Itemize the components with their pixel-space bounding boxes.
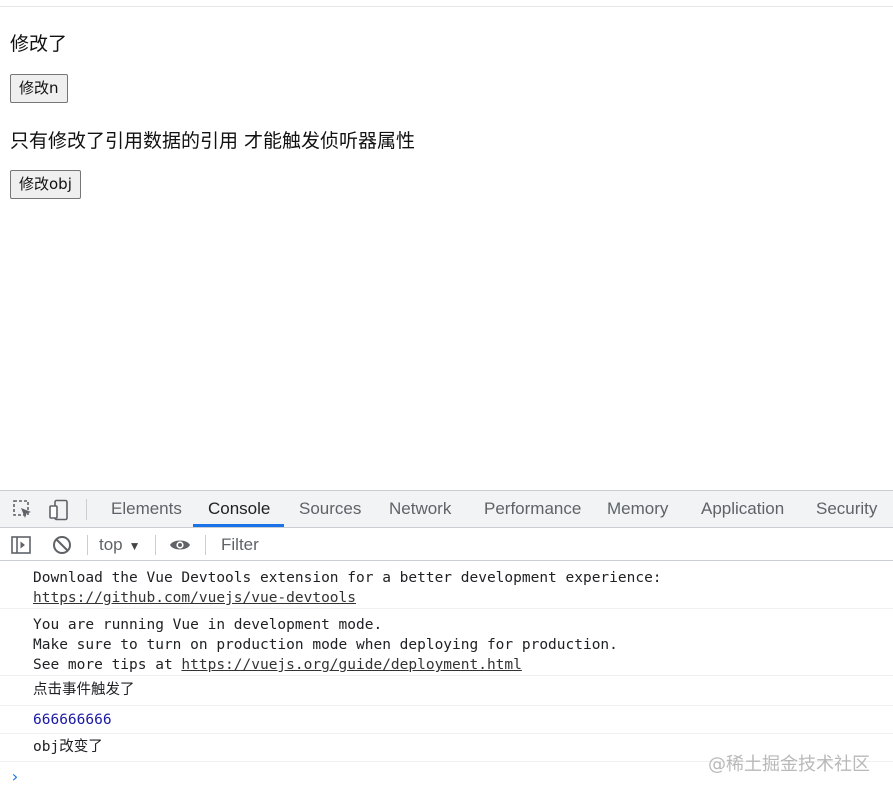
devtools-link[interactable]: https://github.com/vuejs/vue-devtools [33,588,356,608]
filter-input[interactable] [215,532,885,558]
tab-elements[interactable]: Elements [111,491,182,527]
clear-console-icon[interactable] [51,534,73,556]
eye-icon[interactable] [169,534,191,556]
page-content: 修改了 修改n 只有修改了引用数据的引用 才能触发侦听器属性 修改obj [0,7,893,490]
tab-network[interactable]: Network [389,491,451,527]
message-line: See more tips at https://vuejs.org/guide… [33,655,522,675]
sidebar-toggle-icon[interactable] [10,534,32,556]
message-text: 点击事件触发了 [33,682,135,698]
inspect-element-icon[interactable] [12,499,34,521]
toolbar-separator [205,535,206,555]
tab-console[interactable]: Console [208,491,270,527]
message-text: Make sure to turn on production mode whe… [33,637,618,653]
tab-sources[interactable]: Sources [299,491,361,527]
dropdown-caret-icon: ▼ [128,539,141,553]
tab-separator [86,499,87,520]
devtools-tabbar: Elements Console Sources Network Perform… [0,491,893,528]
tab-application[interactable]: Application [701,491,784,527]
modify-obj-button[interactable]: 修改obj [10,170,81,199]
device-toolbar-icon[interactable] [48,499,70,521]
tab-memory[interactable]: Memory [607,491,668,527]
message-text: obj改变了 [33,739,103,755]
active-tab-indicator [193,524,284,527]
context-selector[interactable]: top ▼ [99,529,141,561]
tab-security[interactable]: Security [816,491,877,527]
status-text: 修改了 [10,33,68,55]
console-message: You are running Vue in development mode.… [0,609,893,676]
tab-performance[interactable]: Performance [484,491,581,527]
console-message: 666666666 [0,706,893,734]
toolbar-separator [155,535,156,555]
console-prompt-icon[interactable]: › [10,767,20,786]
message-number: 666666666 [33,712,112,728]
toolbar-separator [87,535,88,555]
context-value: top [99,535,123,554]
message-text: See more tips at [33,657,182,673]
description-text: 只有修改了引用数据的引用 才能触发侦听器属性 [10,130,416,152]
console-message: Download the Vue Devtools extension for … [0,562,893,609]
modify-n-button[interactable]: 修改n [10,74,68,103]
watermark: @稀土掘金技术社区 [708,754,870,775]
message-text: Download the Vue Devtools extension for … [33,570,662,586]
console-toolbar: top ▼ [0,529,893,561]
deployment-link[interactable]: https://vuejs.org/guide/deployment.html [181,657,521,673]
console-message: 点击事件触发了 [0,676,893,706]
message-text: You are running Vue in development mode. [33,617,383,633]
